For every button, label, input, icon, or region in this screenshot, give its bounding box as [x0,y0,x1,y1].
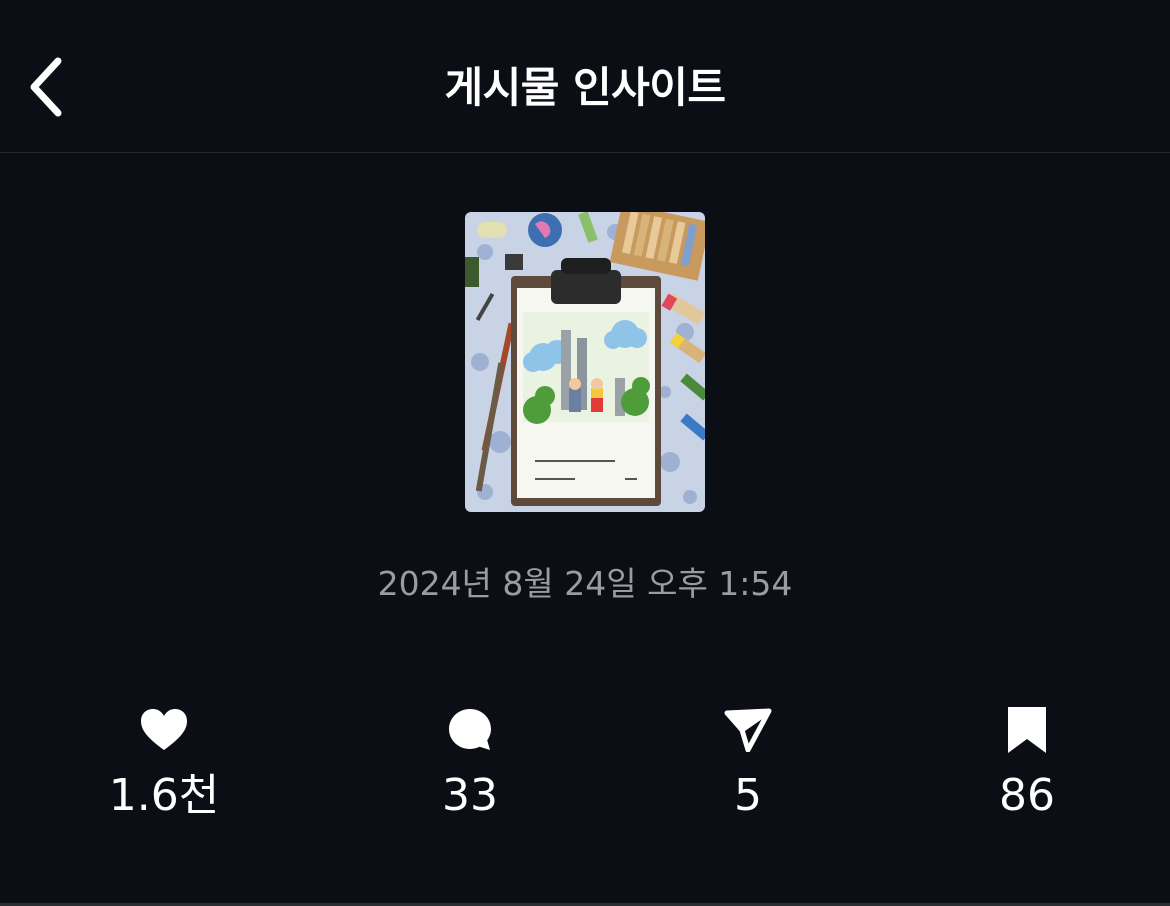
post-timestamp: 2024년 8월 24일 오후 1:54 [377,564,793,603]
header: 게시물 인사이트 [0,0,1170,153]
stat-comments: 33 [370,700,570,826]
stat-shares: 5 [648,700,848,826]
comment-icon [449,709,491,750]
heart-icon [141,709,187,750]
comments-count: 33 [442,770,498,821]
stat-likes: 1.6천 [64,700,264,826]
post-thumbnail[interactable] [465,212,705,512]
page-title: 게시물 인사이트 [444,63,726,112]
shares-count: 5 [734,770,762,821]
saves-count: 86 [999,770,1055,821]
likes-count: 1.6천 [108,770,220,821]
stat-saves: 86 [927,700,1127,826]
post-thumbnail-image [465,212,705,512]
bookmark-icon [1008,707,1046,753]
share-icon [724,708,772,752]
